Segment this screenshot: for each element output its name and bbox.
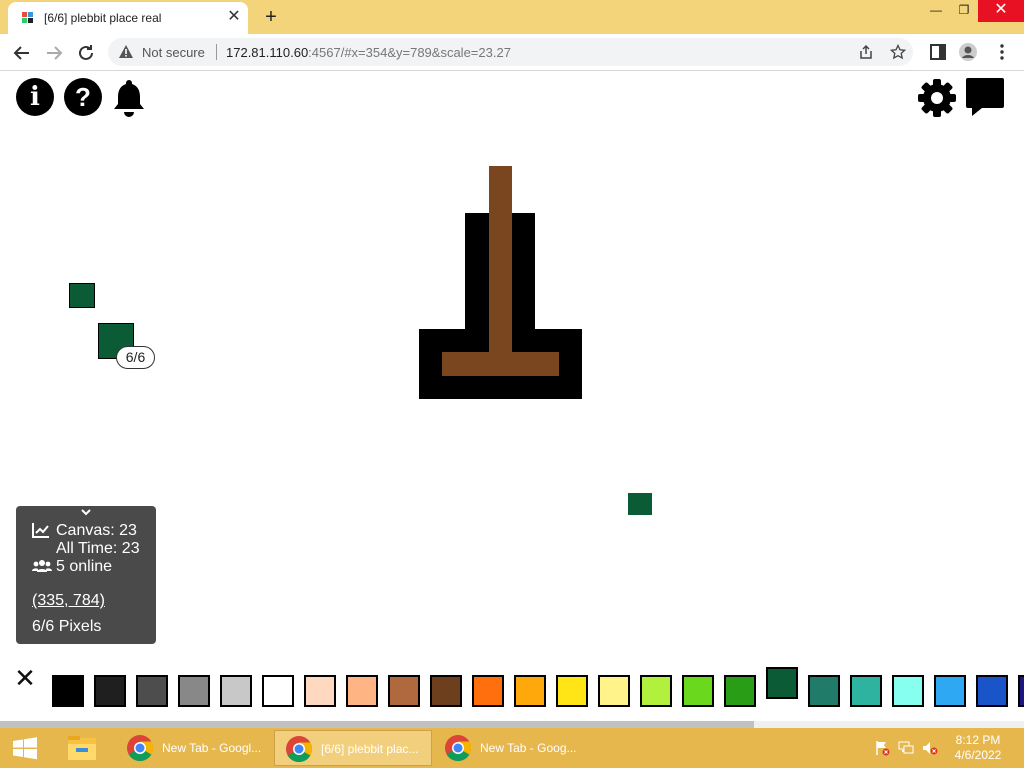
taskbar-item-label: [6/6] plebbit plac... <box>321 742 419 756</box>
palette-swatch[interactable] <box>136 675 168 707</box>
palette-swatch[interactable] <box>346 675 378 707</box>
palette-swatch[interactable] <box>388 675 420 707</box>
security-label: Not secure <box>142 45 205 60</box>
canvas-pixels-brown-base <box>442 352 559 376</box>
profile-avatar-icon[interactable] <box>958 42 978 62</box>
palette-swatch[interactable] <box>472 675 504 707</box>
favicon-icon <box>22 12 34 24</box>
reload-icon <box>79 45 93 60</box>
forward-arrow-icon <box>47 46 63 60</box>
chrome-icon <box>286 736 313 763</box>
tab-title: [6/6] plebbit place real <box>44 11 162 25</box>
file-explorer-icon[interactable] <box>58 728 106 768</box>
palette-swatch[interactable] <box>430 675 462 707</box>
palette-swatch[interactable] <box>304 675 336 707</box>
palette-swatch[interactable] <box>850 675 882 707</box>
palette-swatch[interactable] <box>556 675 588 707</box>
tab-close-icon[interactable]: ✕ <box>226 9 242 25</box>
palette-swatch[interactable] <box>514 675 546 707</box>
hover-pixel-preview[interactable] <box>69 283 95 308</box>
tab-plebbit-place[interactable]: [6/6] plebbit place real ✕ <box>8 2 248 34</box>
windows-taskbar: New Tab - Googl... [6/6] plebbit plac...… <box>0 728 1024 768</box>
pixel-count-badge: 6/6 <box>116 346 155 369</box>
palette-swatch[interactable] <box>724 675 756 707</box>
palette-swatch[interactable] <box>262 675 294 707</box>
palette-swatch[interactable] <box>52 675 84 707</box>
chat-icon[interactable] <box>964 76 1006 118</box>
system-clock[interactable]: 8:12 PM 4/6/2022 <box>948 733 1008 763</box>
horizontal-scrollbar-thumb[interactable] <box>0 721 754 728</box>
help-icon[interactable]: ? <box>64 78 102 116</box>
palette-swatch[interactable] <box>976 675 1008 707</box>
users-icon <box>32 560 52 572</box>
taskbar-item-new-tab-2[interactable]: New Tab - Goog... <box>434 730 592 766</box>
taskbar-item-label: New Tab - Googl... <box>162 741 262 755</box>
chart-line-icon <box>32 523 49 538</box>
online-count: 5 online <box>56 558 113 575</box>
place-app: i ? 6/6 Canvas: 23 All Time: 23 5 online… <box>0 71 1024 728</box>
window-close-button[interactable]: ✕ <box>978 0 1024 22</box>
share-icon[interactable] <box>858 44 874 60</box>
url-text[interactable]: 172.81.110.60:4567/#x=354&y=789&scale=23… <box>226 45 511 60</box>
taskbar-item-new-tab-1[interactable]: New Tab - Googl... <box>116 730 274 766</box>
clock-time: 8:12 PM <box>955 733 1001 747</box>
forward-button[interactable] <box>42 41 66 65</box>
browser-toolbar: Not secure 172.81.110.60:4567/#x=354&y=7… <box>0 34 1024 71</box>
screen: [6/6] plebbit place real ✕ + — ❐ ✕ Not s… <box>0 0 1024 768</box>
side-panel-icon[interactable] <box>928 42 948 62</box>
windows-start-icon[interactable] <box>0 728 50 768</box>
palette-swatch[interactable] <box>934 675 966 707</box>
pixels-remaining: 6/6 Pixels <box>32 618 102 635</box>
bell-icon[interactable] <box>110 77 148 117</box>
url-separator <box>216 44 217 60</box>
action-center-flag-icon[interactable] <box>874 740 890 756</box>
palette-swatch[interactable] <box>94 675 126 707</box>
taskbar-item-label: New Tab - Goog... <box>480 741 577 755</box>
chrome-icon <box>445 735 472 762</box>
chrome-icon <box>127 735 154 762</box>
palette-swatch[interactable] <box>598 675 630 707</box>
browser-titlebar: [6/6] plebbit place real ✕ + — ❐ ✕ <box>0 0 1024 34</box>
canvas-pixels-brown-stem <box>489 166 512 376</box>
volume-muted-icon[interactable] <box>922 740 938 756</box>
network-icon[interactable] <box>898 740 914 756</box>
window-restore-button[interactable]: ❐ <box>948 0 980 22</box>
back-button[interactable] <box>10 41 34 65</box>
reload-button[interactable] <box>74 41 98 65</box>
palette-swatch[interactable] <box>892 675 924 707</box>
palette-swatch[interactable] <box>220 675 252 707</box>
close-palette-icon[interactable]: ✕ <box>12 665 38 691</box>
palette-swatch[interactable] <box>808 675 840 707</box>
palette-swatch[interactable] <box>766 667 798 699</box>
palette-swatch[interactable] <box>640 675 672 707</box>
url-host: 172.81.110.60 <box>226 45 309 60</box>
taskbar-item-plebbit-place[interactable]: [6/6] plebbit plac... <box>274 730 432 766</box>
canvas-count: Canvas: 23 <box>56 522 137 539</box>
coordinates-link[interactable]: (335, 784) <box>32 592 105 610</box>
menu-kebab-icon[interactable] <box>992 42 1012 62</box>
canvas-pixel-green <box>628 493 652 515</box>
back-arrow-icon <box>13 46 29 60</box>
palette-swatch[interactable] <box>1018 675 1024 707</box>
settings-gear-icon[interactable] <box>916 77 958 119</box>
clock-date: 4/6/2022 <box>954 748 1002 762</box>
palette-swatch[interactable] <box>682 675 714 707</box>
chevron-down-icon[interactable] <box>80 506 92 518</box>
url-path: :4567/#x=354&y=789&scale=23.27 <box>308 45 511 60</box>
warning-icon[interactable] <box>118 44 134 60</box>
palette-swatch[interactable] <box>178 675 210 707</box>
address-bar[interactable]: Not secure 172.81.110.60:4567/#x=354&y=7… <box>108 38 913 66</box>
stats-panel: Canvas: 23 All Time: 23 5 online (335, 7… <box>16 506 156 644</box>
info-icon[interactable]: i <box>16 78 54 116</box>
bookmark-star-icon[interactable] <box>890 44 906 60</box>
all-time-count: All Time: 23 <box>56 540 140 557</box>
new-tab-button[interactable]: + <box>260 6 282 28</box>
